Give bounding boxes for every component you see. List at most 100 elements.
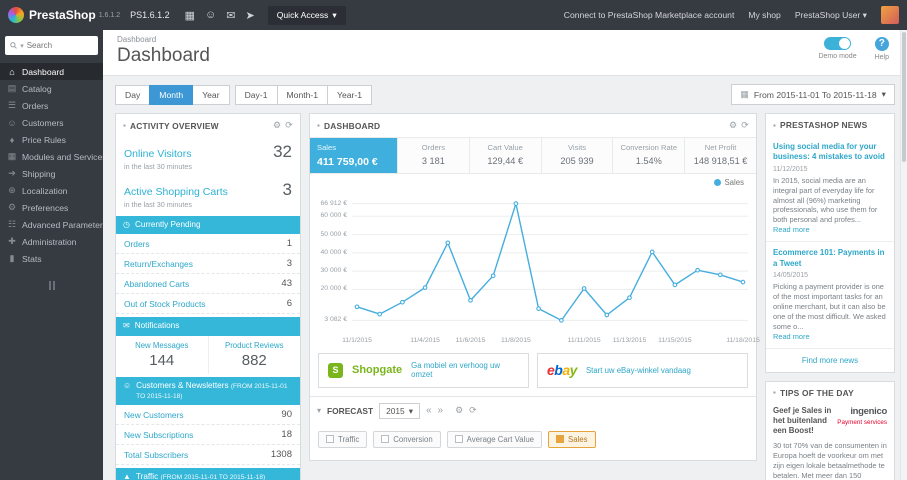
sidebar-item-price-rules[interactable]: ♦ Price Rules [0,131,103,148]
forecast-year-select[interactable]: 2015 ▾ [379,402,420,419]
refresh-icon[interactable]: ⟳ [285,120,293,131]
read-more-link[interactable]: Read more [773,225,810,234]
right-column: ▪ PRESTASHOP NEWS Using social media for… [765,113,895,480]
sidebar-item-label: Advanced Parameters [22,219,103,230]
range-button-month-1[interactable]: Month-1 [276,84,329,105]
news-article: Using social media for your business: 4 … [766,136,894,243]
sidebar-search[interactable]: ▾ [5,36,98,55]
next-year-icon[interactable]: » [438,405,444,416]
tips-body: Geef je Sales in het buitenland een Boos… [766,404,894,480]
demo-mode-toggle[interactable] [824,37,852,50]
sidebar-item-advanced-parameters[interactable]: ☷ Advanced Parameters [0,216,103,233]
help-icon[interactable]: ? [874,37,889,51]
user-menu[interactable]: PrestaShop User ▾ [795,10,867,21]
stat-label[interactable]: Total Subscribers [124,450,188,460]
forecast-toggle-traffic[interactable]: Traffic [318,430,368,448]
kpi-value: 205 939 [560,156,594,166]
sidebar-item-catalog[interactable]: ▤ Catalog [0,80,103,97]
ebay-link[interactable]: Start uw eBay-winkel vandaag [586,366,691,375]
notification-label: Product Reviews [225,340,284,350]
kpi-orders[interactable]: Orders 3 181 [398,138,470,173]
range-button-day-1[interactable]: Day-1 [234,84,278,105]
online-visitors-value: 32 [273,142,292,161]
gear-icon[interactable]: ⚙ [455,405,463,416]
tips-header: ▪ TIPS OF THE DAY [766,382,894,404]
online-visitors-link[interactable]: Online Visitors [124,148,192,160]
previous-year-icon[interactable]: « [426,405,432,416]
find-more-news-link[interactable]: Find more news [766,349,894,372]
forecast-toggle-average-cart-value[interactable]: Average Cart Value [446,430,542,448]
article-title[interactable]: Using social media for your business: 4 … [773,142,887,163]
stat-label[interactable]: New Customers [124,410,184,420]
stat-label[interactable]: Orders [124,239,150,249]
range-button-year[interactable]: Year [192,84,230,105]
notifications-title: Notifications [134,321,180,331]
date-range-text: From 2015-11-01 To 2015-11-18 [753,89,877,100]
forecast-toggle-conversion[interactable]: Conversion [373,430,441,448]
kpi-label: Conversion Rate [620,143,678,152]
traffic-icon: ▲ [123,472,131,480]
my-shop-link[interactable]: My shop [748,10,780,20]
forecast-toggle-sales[interactable]: Sales [548,430,596,448]
range-button-day[interactable]: Day [115,84,151,105]
stat-row: Return/Exchanges 3 [116,254,300,275]
kpi-visits[interactable]: Visits 205 939 [541,138,614,173]
sidebar-menu: ⌂ Dashboard ▤ Catalog ☰ Orders ☺ Custome… [0,63,103,267]
active-carts-link[interactable]: Active Shopping Carts [124,186,228,198]
stat-label[interactable]: Return/Exchanges [124,259,193,269]
article-title[interactable]: Ecommerce 101: Payments in a Tweet [773,248,887,269]
sidebar-item-customers[interactable]: ☺ Customers [0,114,103,131]
content: Day Month Year Day-1 Month-1 Year-1 ▦ From 20… [103,76,907,480]
y-axis-label: 60 000 € [320,212,347,220]
date-range-picker[interactable]: ▦ From 2015-11-01 To 2015-11-18 ▾ [731,84,895,105]
ebay-promo[interactable]: ebay Start uw eBay-winkel vandaag [537,353,748,388]
read-more-link[interactable]: Read more [773,332,810,341]
sidebar-item-stats[interactable]: ▮ Stats [0,250,103,267]
person-icon[interactable]: ☺ [205,9,216,21]
breadcrumb[interactable]: Dashboard [117,35,893,44]
shopgate-promo[interactable]: S Shopgate Ga mobiel en verhoog uw omzet [318,353,529,388]
refresh-icon[interactable]: ⟳ [469,405,477,416]
kpi-sales[interactable]: Sales 411 759,00 € [310,138,398,173]
forecast-toggle-label: Average Cart Value [466,434,534,444]
forecast-toggle-label: Traffic [338,434,360,444]
chart-legend[interactable]: Sales [714,178,744,187]
quick-access-menu[interactable]: Quick Access ▾ [267,5,346,25]
marketplace-connect-link[interactable]: Connect to PrestaShop Marketplace accoun… [564,10,735,20]
sidebar-item-localization[interactable]: ⊕ Localization [0,182,103,199]
forecast-legend: Traffic Conversion Average Cart Value Sa… [310,425,756,460]
cart-icon[interactable]: ▦ [185,9,195,22]
gear-icon[interactable]: ⚙ [273,120,281,131]
notification-product-reviews[interactable]: Product Reviews 882 [207,335,301,374]
scrollbar-thumb[interactable] [902,32,906,162]
search-input[interactable] [26,41,93,50]
people-icon: ☺ [123,380,132,390]
stat-label[interactable]: Abandoned Carts [124,279,189,289]
sidebar-item-shipping[interactable]: ➔ Shipping [0,165,103,182]
sidebar-item-dashboard[interactable]: ⌂ Dashboard [0,63,103,80]
sidebar-item-modules-and-services[interactable]: ▦ Modules and Services [0,148,103,165]
notification-new-messages[interactable]: New Messages 144 [116,336,208,374]
stat-label[interactable]: New Subscriptions [124,430,193,440]
range-button-month[interactable]: Month [149,84,194,105]
kpi-cart-value[interactable]: Cart Value 129,44 € [469,138,542,173]
refresh-icon[interactable]: ⟳ [741,120,749,131]
gear-icon[interactable]: ⚙ [729,120,737,131]
localization-icon: ⊕ [8,185,16,195]
scrollbar[interactable] [900,30,907,480]
calendar-icon: ▦ [740,89,749,99]
chart-plot[interactable] [352,190,748,332]
envelope-icon[interactable]: ✉ [226,9,235,22]
kpi-net-profit[interactable]: Net Profit 148 918,51 € [685,138,756,173]
sidebar-collapse-button[interactable] [45,281,59,290]
rocket-icon[interactable]: ➤ [246,9,255,22]
sidebar-item-preferences[interactable]: ⚙ Preferences [0,199,103,216]
help-control: ? Help [875,37,889,61]
shopgate-link[interactable]: Ga mobiel en verhoog uw omzet [411,361,519,380]
sidebar-item-orders[interactable]: ☰ Orders [0,97,103,114]
sidebar-item-administration[interactable]: ✚ Administration [0,233,103,250]
avatar[interactable] [881,6,899,24]
stat-label[interactable]: Out of Stock Products [124,299,205,309]
range-button-year-1[interactable]: Year-1 [327,84,373,105]
kpi-conversion-rate[interactable]: Conversion Rate 1.54% [613,138,686,173]
